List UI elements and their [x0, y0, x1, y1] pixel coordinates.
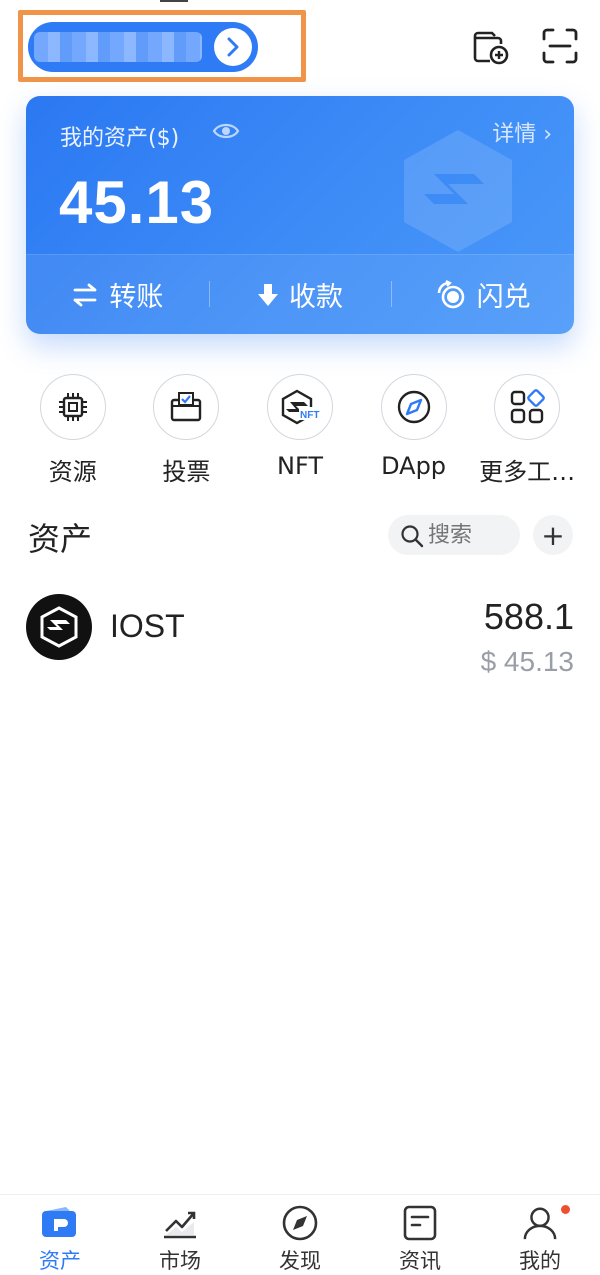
- tab-discover[interactable]: 发现: [240, 1195, 360, 1275]
- compass-icon: [380, 374, 447, 440]
- bottom-tab-bar: 资产 市场 发现 资讯 我的: [0, 1194, 600, 1275]
- token-usd-value: $ 45.13: [480, 646, 574, 677]
- detail-link[interactable]: 详情 ›: [492, 116, 552, 148]
- chevron-right-icon: [214, 28, 252, 66]
- chart-trend-icon: [164, 1211, 196, 1239]
- shortcut-dapp[interactable]: DApp: [357, 374, 471, 487]
- add-token-button[interactable]: +: [533, 515, 573, 555]
- transfer-icon: [73, 283, 97, 306]
- search-input[interactable]: [428, 520, 514, 550]
- user-icon: [523, 1207, 557, 1240]
- transfer-label: 转账: [109, 282, 164, 313]
- eye-icon[interactable]: [212, 120, 240, 146]
- top-bar: [0, 0, 600, 90]
- wallet-name-redacted: [34, 32, 202, 62]
- tab-assets[interactable]: 资产: [0, 1195, 120, 1275]
- news-icon: [403, 1205, 437, 1241]
- wallet-icon: [42, 1207, 76, 1237]
- shortcut-vote[interactable]: 投票: [130, 374, 244, 487]
- shortcut-label: 更多工…: [479, 458, 576, 486]
- tab-label: 市场: [159, 1249, 201, 1273]
- token-row[interactable]: IOST 588.1 $ 45.13: [26, 590, 574, 682]
- grid-icon: [494, 374, 561, 440]
- scan-icon[interactable]: [540, 26, 580, 66]
- asset-summary-card: 我的资产($) 详情 › 45.13 转账 收款 闪兑: [26, 96, 574, 334]
- shortcut-resources[interactable]: 资源: [16, 374, 130, 487]
- token-balance: 588.1: [483, 596, 574, 637]
- asset-search-box[interactable]: [388, 515, 520, 555]
- transfer-button[interactable]: 转账: [26, 275, 209, 314]
- search-icon: [401, 525, 424, 548]
- shortcut-label: DApp: [381, 452, 447, 480]
- shortcut-label: NFT: [276, 452, 323, 480]
- asset-actions: 转账 收款 闪兑: [26, 254, 574, 334]
- shortcut-more-tools[interactable]: 更多工…: [470, 374, 584, 487]
- compass-icon: [282, 1205, 318, 1241]
- wallet-selector-button[interactable]: [28, 22, 258, 72]
- tab-label: 我的: [519, 1249, 561, 1273]
- wallet-add-icon[interactable]: [470, 26, 510, 66]
- swap-icon: [437, 279, 464, 308]
- shortcut-label: 资源: [48, 458, 97, 486]
- svg-text:NFT: NFT: [300, 410, 319, 421]
- chip-icon: [39, 374, 106, 440]
- assets-section-title: 资产: [28, 520, 93, 558]
- total-assets-value: 45.13: [59, 169, 215, 236]
- tab-label: 资讯: [399, 1249, 441, 1273]
- iost-logo-icon: [26, 594, 92, 660]
- swap-button[interactable]: 闪兑: [391, 275, 574, 314]
- receive-label: 收款: [289, 282, 343, 313]
- tab-label: 发现: [279, 1249, 321, 1273]
- shortcut-label: 投票: [162, 458, 211, 486]
- nft-icon: NFT: [266, 374, 333, 440]
- tab-profile[interactable]: 我的: [480, 1195, 600, 1275]
- token-name: IOST: [110, 608, 185, 644]
- tab-news[interactable]: 资讯: [360, 1195, 480, 1275]
- tab-market[interactable]: 市场: [120, 1195, 240, 1275]
- notification-dot: [561, 1205, 570, 1214]
- shortcut-nft[interactable]: NFT NFT: [243, 374, 357, 487]
- total-assets-label: 我的资产($): [60, 126, 180, 151]
- ballot-box-icon: [153, 374, 220, 440]
- receive-button[interactable]: 收款: [208, 275, 392, 314]
- shortcut-row: 资源 投票 NFT NFT DApp 更多工…: [16, 374, 584, 487]
- download-arrow-icon: [258, 283, 278, 306]
- swap-label: 闪兑: [476, 282, 531, 313]
- tab-label: 资产: [39, 1249, 81, 1273]
